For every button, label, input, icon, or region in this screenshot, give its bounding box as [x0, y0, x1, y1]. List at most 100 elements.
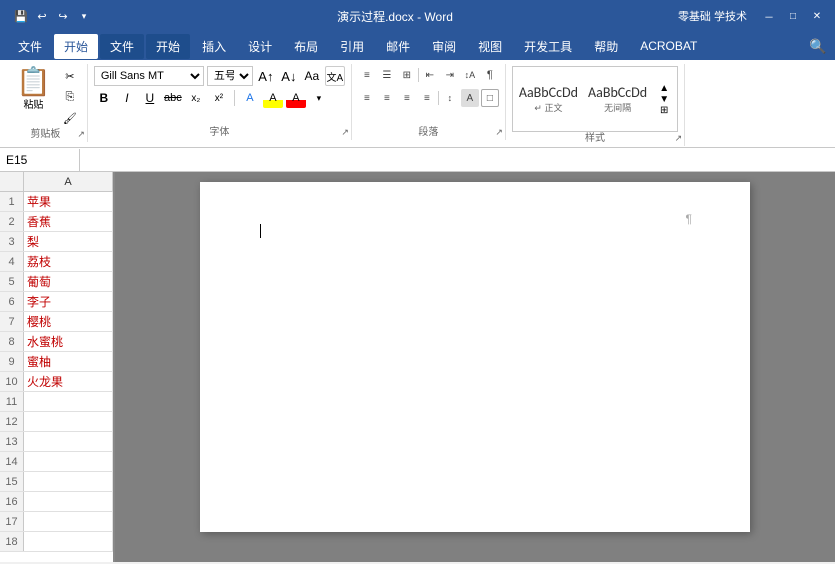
menu-help[interactable]: 帮助 — [584, 34, 628, 59]
menu-review[interactable]: 审阅 — [422, 34, 466, 59]
menu-home[interactable]: 开始 — [54, 34, 98, 59]
save-icon[interactable]: 💾 — [12, 7, 30, 25]
menu-insert[interactable]: 插入 — [192, 34, 236, 59]
table-row[interactable]: 12 — [0, 412, 113, 432]
text-effect-button[interactable]: A — [240, 88, 260, 108]
cell-value[interactable]: 李子 — [24, 292, 113, 311]
styles-expand-icon[interactable]: ↗ — [675, 133, 683, 144]
cell-value[interactable] — [24, 532, 113, 551]
font-color-button[interactable]: A — [286, 88, 306, 108]
underline-button[interactable]: U — [140, 88, 160, 108]
cell-value[interactable] — [24, 492, 113, 511]
cell-value[interactable]: 蜜柚 — [24, 352, 113, 371]
table-row[interactable]: 11 — [0, 392, 113, 412]
menu-file2[interactable]: 文件 — [100, 34, 144, 59]
cell-value[interactable] — [24, 452, 113, 471]
menu-references[interactable]: 引用 — [330, 34, 374, 59]
cell-value[interactable]: 火龙果 — [24, 372, 113, 391]
table-row[interactable]: 17 — [0, 512, 113, 532]
table-row[interactable]: 18 — [0, 532, 113, 552]
table-row[interactable]: 3梨 — [0, 232, 113, 252]
decrease-font-button[interactable]: A↓ — [279, 66, 299, 86]
style-normal[interactable]: AaBbCcDd ↵ 正文 — [517, 82, 580, 116]
menu-acrobat[interactable]: ACROBAT — [630, 35, 707, 57]
font-size-select[interactable]: 五号 初号 小初 一号 — [207, 66, 253, 86]
table-row[interactable]: 16 — [0, 492, 113, 512]
increase-indent-button[interactable]: ⇥ — [441, 66, 459, 84]
italic-button[interactable]: I — [117, 88, 137, 108]
search-icon[interactable]: 🔍 — [809, 37, 827, 55]
borders-button[interactable]: □ — [481, 89, 499, 107]
table-row[interactable]: 6李子 — [0, 292, 113, 312]
change-case-button[interactable]: Aa — [302, 66, 322, 86]
decrease-indent-button[interactable]: ⇤ — [421, 66, 439, 84]
font-color-dropdown[interactable]: ▾ — [309, 88, 329, 108]
cell-value[interactable] — [24, 432, 113, 451]
cell-value[interactable] — [24, 412, 113, 431]
align-right-button[interactable]: ≡ — [398, 89, 416, 107]
cell-value[interactable]: 荔枝 — [24, 252, 113, 271]
cell-value[interactable]: 葡萄 — [24, 272, 113, 291]
minimize-button[interactable]: － — [759, 6, 779, 26]
table-row[interactable]: 14 — [0, 452, 113, 472]
table-row[interactable]: 5葡萄 — [0, 272, 113, 292]
cut-button[interactable]: ✂ — [59, 66, 81, 86]
redo-icon[interactable]: ↪ — [54, 7, 72, 25]
cell-value[interactable]: 樱桃 — [24, 312, 113, 331]
increase-font-button[interactable]: A↑ — [256, 66, 276, 86]
cell-value[interactable]: 水蜜桃 — [24, 332, 113, 351]
align-left-button[interactable]: ≡ — [358, 89, 376, 107]
menu-mail[interactable]: 邮件 — [376, 34, 420, 59]
text-cursor[interactable] — [260, 222, 690, 238]
table-row[interactable]: 2香蕉 — [0, 212, 113, 232]
customize-icon[interactable]: ▾ — [75, 7, 93, 25]
cell-value[interactable] — [24, 512, 113, 531]
styles-expand-button[interactable]: ⊞ — [655, 105, 673, 116]
close-button[interactable]: ✕ — [807, 6, 827, 26]
undo-icon[interactable]: ↩ — [33, 7, 51, 25]
sort-button[interactable]: ↕A — [461, 66, 479, 84]
bold-button[interactable]: B — [94, 88, 114, 108]
table-row[interactable]: 7樱桃 — [0, 312, 113, 332]
word-page[interactable]: ¶ — [200, 182, 750, 532]
clear-format-button[interactable]: 文A — [325, 66, 345, 86]
align-center-button[interactable]: ≡ — [378, 89, 396, 107]
bullets-button[interactable]: ≡ — [358, 66, 376, 84]
styles-down-button[interactable]: ▼ — [655, 94, 673, 105]
style-no-spacing[interactable]: AaBbCcDd 无间隔 — [586, 82, 649, 116]
cell-value[interactable]: 梨 — [24, 232, 113, 251]
table-row[interactable]: 1苹果 — [0, 192, 113, 212]
paste-button[interactable]: 📋 粘贴 — [10, 66, 57, 113]
restore-button[interactable]: □ — [783, 6, 803, 26]
menu-view[interactable]: 视图 — [468, 34, 512, 59]
multilevel-list-button[interactable]: ⊞ — [398, 66, 416, 84]
table-row[interactable]: 9蜜柚 — [0, 352, 113, 372]
font-name-select[interactable]: Gill Sans MT — [94, 66, 204, 86]
table-row[interactable]: 10火龙果 — [0, 372, 113, 392]
justify-button[interactable]: ≡ — [418, 89, 436, 107]
menu-file[interactable]: 文件 — [8, 34, 52, 59]
strikethrough-button[interactable]: abc — [163, 88, 183, 108]
paragraph-expand-icon[interactable]: ↗ — [495, 127, 503, 138]
show-marks-button[interactable]: ¶ — [481, 66, 499, 84]
styles-up-button[interactable]: ▲ — [655, 83, 673, 94]
cell-value[interactable]: 苹果 — [24, 192, 113, 211]
cell-value[interactable]: 香蕉 — [24, 212, 113, 231]
subscript-button[interactable]: x₂ — [186, 88, 206, 108]
table-row[interactable]: 15 — [0, 472, 113, 492]
menu-design[interactable]: 设计 — [238, 34, 282, 59]
text-highlight-button[interactable]: A — [263, 88, 283, 108]
table-row[interactable]: 13 — [0, 432, 113, 452]
copy-button[interactable]: ⎘ — [59, 87, 81, 107]
cell-value[interactable] — [24, 392, 113, 411]
superscript-button[interactable]: x² — [209, 88, 229, 108]
name-box[interactable]: E15 — [0, 149, 80, 171]
cell-value[interactable] — [24, 472, 113, 491]
line-spacing-button[interactable]: ↕ — [441, 89, 459, 107]
menu-developer[interactable]: 开发工具 — [514, 34, 582, 59]
table-row[interactable]: 4荔枝 — [0, 252, 113, 272]
numbering-button[interactable]: ☰ — [378, 66, 396, 84]
table-row[interactable]: 8水蜜桃 — [0, 332, 113, 352]
clipboard-expand-icon[interactable]: ↗ — [77, 129, 85, 140]
shading-button[interactable]: A — [461, 89, 479, 107]
